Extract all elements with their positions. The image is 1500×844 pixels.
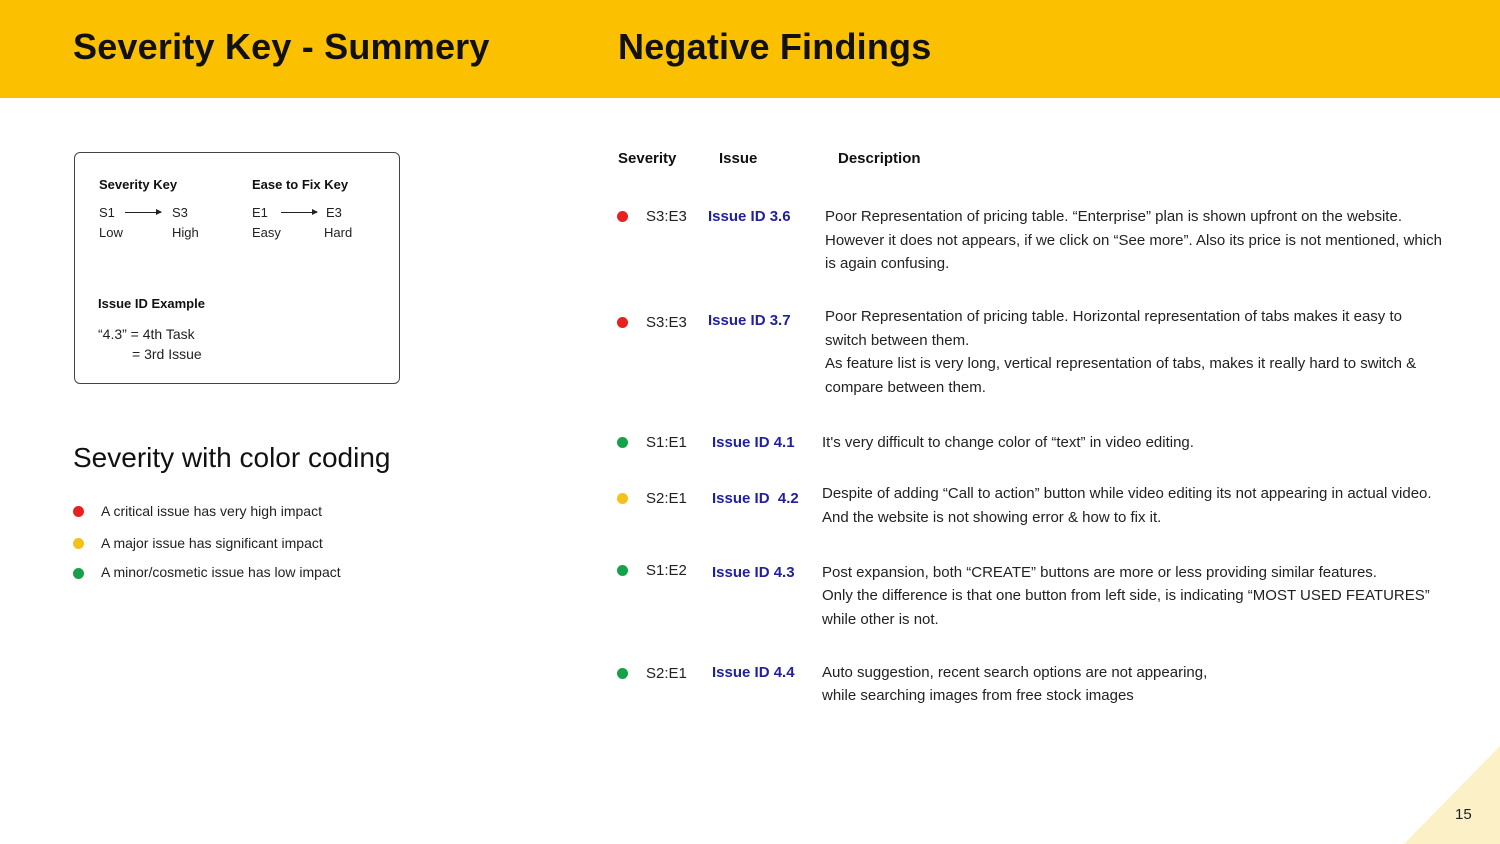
row-description-line2: Only the difference is that one button f… (822, 587, 1430, 628)
green-dot-icon (617, 668, 628, 679)
red-dot-icon (617, 317, 628, 328)
row-description: Poor Representation of pricing table. “E… (825, 208, 1442, 272)
yellow-dot-icon (73, 538, 84, 549)
severity-key-title: Severity Key (99, 177, 178, 192)
column-header-issue: Issue (719, 150, 758, 167)
green-dot-icon (617, 437, 628, 448)
issue-id-example-title: Issue ID Example (98, 296, 205, 311)
page-number: 15 (1455, 806, 1472, 823)
row-issue-id: Issue ID 4.1 (712, 434, 795, 451)
key-box: Severity Key S1 S3 Low High Ease to Fix … (74, 152, 400, 384)
row-description-line2: while searching images from free stock i… (822, 687, 1134, 704)
column-header-description: Description (838, 150, 921, 167)
ease-key-from-label: Easy (252, 225, 281, 240)
row-severity: S2:E1 (646, 490, 687, 507)
row-description: It's very difficult to change color of “… (822, 434, 1194, 451)
legend-minor: A minor/cosmetic issue has low impact (101, 564, 341, 580)
row-severity: S1:E1 (646, 434, 687, 451)
color-coding-title: Severity with color coding (73, 442, 391, 473)
severity-key-from: S1 (99, 205, 115, 220)
row-description-line1: Auto suggestion, recent search options a… (822, 664, 1208, 681)
row-issue-id: Issue ID 4.2 (712, 490, 799, 507)
row-severity: S1:E2 (646, 562, 687, 579)
row-issue-id: Issue ID 3.7 (708, 312, 791, 329)
ease-key-to-label: Hard (324, 225, 353, 240)
row-issue-id: Issue ID 3.6 (708, 208, 791, 225)
row-description-line2: As feature list is very long, vertical r… (825, 355, 1417, 396)
green-dot-icon (617, 565, 628, 576)
red-dot-icon (73, 506, 84, 517)
severity-key-from-label: Low (99, 225, 123, 240)
red-dot-icon (617, 211, 628, 222)
row-issue-id: Issue ID 4.3 (712, 564, 795, 581)
ease-key-from: E1 (252, 205, 268, 220)
row-severity: S3:E3 (646, 208, 687, 225)
ease-key-to: E3 (326, 205, 342, 220)
green-dot-icon (73, 568, 84, 579)
severity-key-to: S3 (172, 205, 188, 220)
yellow-dot-icon (617, 493, 628, 504)
severity-key-to-label: High (172, 225, 199, 240)
header-bar: Severity Key - Summery Negative Findings (0, 0, 1500, 98)
arrow-right-icon (281, 209, 318, 215)
arrow-right-icon (125, 209, 162, 215)
row-description-line1: Poor Representation of pricing table. Ho… (825, 308, 1402, 349)
row-description-line1: Post expansion, both “CREATE” buttons ar… (822, 564, 1377, 581)
row-description: Despite of adding “Call to action” butto… (822, 485, 1432, 526)
issue-id-example-line1: “4.3” = 4th Task (98, 326, 195, 342)
page-title: Severity Key - Summery (73, 26, 490, 67)
row-severity: S2:E1 (646, 665, 687, 682)
column-header-severity: Severity (618, 150, 677, 167)
issue-id-example-line2: = 3rd Issue (132, 346, 202, 362)
row-issue-id: Issue ID 4.4 (712, 664, 795, 681)
legend-major: A major issue has significant impact (101, 535, 323, 551)
row-severity: S3:E3 (646, 314, 687, 331)
section-title-negative-findings: Negative Findings (618, 26, 932, 67)
ease-key-title: Ease to Fix Key (252, 177, 349, 192)
corner-decoration (1404, 746, 1500, 844)
legend-critical: A critical issue has very high impact (101, 503, 322, 519)
